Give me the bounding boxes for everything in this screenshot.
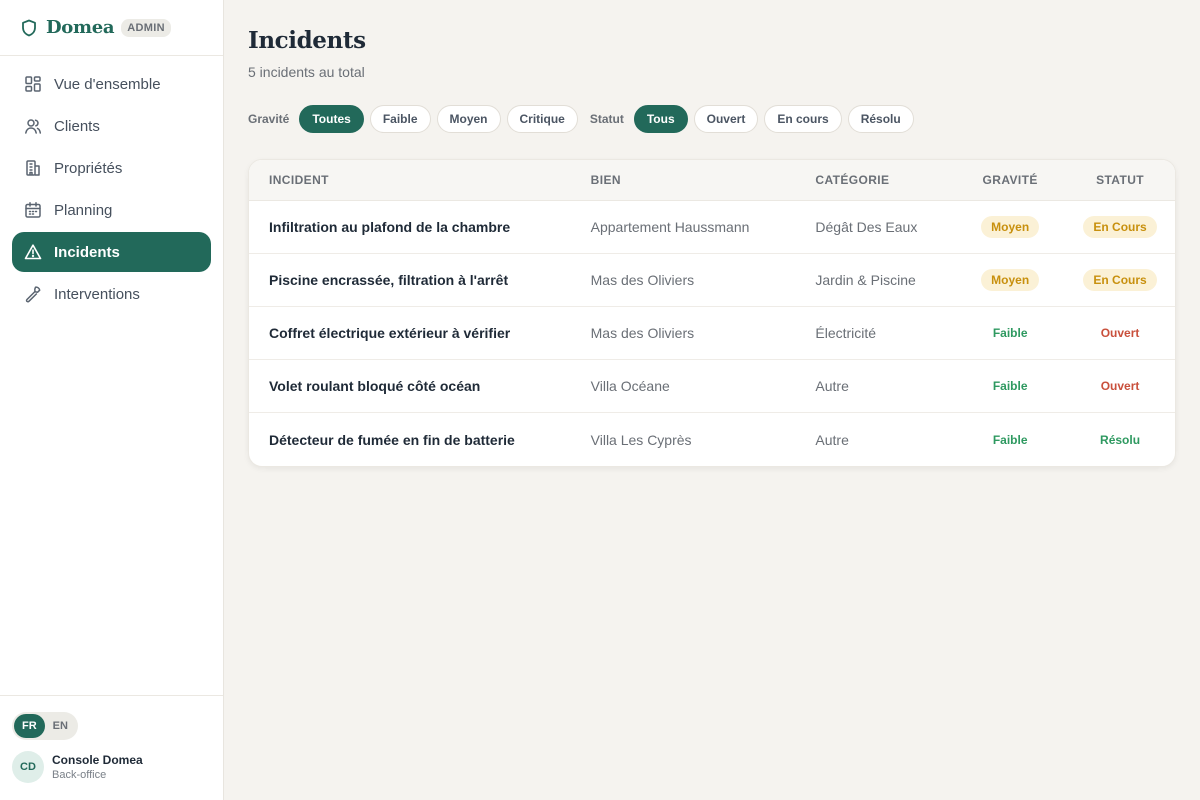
nav-label: Propriétés bbox=[54, 159, 123, 177]
incident-title: Volet roulant bloqué côté océan bbox=[269, 378, 481, 394]
status-badge: En Cours bbox=[1083, 216, 1157, 238]
column-header-property[interactable]: BIEN bbox=[591, 173, 816, 187]
column-header-incident[interactable]: INCIDENT bbox=[249, 173, 591, 187]
incident-property: Mas des Oliviers bbox=[590, 325, 695, 341]
nav-label: Clients bbox=[54, 117, 100, 135]
severity-badge: Faible bbox=[992, 432, 1028, 447]
nav-item-overview[interactable]: Vue d'ensemble bbox=[12, 64, 211, 104]
status-chip-open[interactable]: Ouvert bbox=[693, 105, 759, 133]
status-badge: Ouvert bbox=[1100, 326, 1140, 340]
incident-category: Autre bbox=[815, 431, 849, 448]
status-badge: Ouvert bbox=[1100, 379, 1140, 393]
severity-chip-medium[interactable]: Moyen bbox=[436, 105, 501, 133]
column-header-status[interactable]: STATUT bbox=[1065, 173, 1175, 187]
avatar: CD bbox=[12, 751, 44, 783]
nav-label: Planning bbox=[54, 201, 113, 219]
brand[interactable]: Domea ADMIN bbox=[0, 0, 223, 56]
severity-chip-low[interactable]: Faible bbox=[369, 105, 431, 133]
nav-item-interventions[interactable]: Interventions bbox=[12, 274, 211, 314]
sidebar-footer: FR EN CD Console Domea Back-office bbox=[0, 695, 223, 800]
severity-chip-critical[interactable]: Critique bbox=[506, 105, 578, 133]
table-header: INCIDENT BIEN CATÉGORIE GRAVITÉ STATUT bbox=[249, 160, 1175, 201]
severity-badge: Moyen bbox=[981, 269, 1040, 291]
building-icon bbox=[24, 159, 42, 177]
shield-icon bbox=[20, 19, 38, 37]
wrench-icon bbox=[24, 285, 42, 303]
table-row[interactable]: Piscine encrassée, filtration à l'arrêt … bbox=[249, 254, 1175, 307]
incident-title: Piscine encrassée, filtration à l'arrêt bbox=[269, 272, 509, 288]
main-content: Incidents 5 incidents au total Gravité T… bbox=[248, 0, 1176, 467]
status-chip-all[interactable]: Tous bbox=[633, 105, 688, 133]
severity-badge: Moyen bbox=[981, 216, 1040, 238]
incident-category: Autre bbox=[815, 378, 849, 394]
lang-fr-button[interactable]: FR bbox=[14, 714, 45, 738]
brand-name: Domea bbox=[46, 17, 115, 38]
status-badge: Résolu bbox=[1100, 432, 1141, 447]
table-row[interactable]: Infiltration au plafond de la chambre Ap… bbox=[249, 201, 1175, 254]
nav-item-planning[interactable]: Planning bbox=[12, 190, 211, 230]
incident-category: Électricité bbox=[815, 325, 877, 341]
incident-title: Détecteur de fumée en fin de batterie bbox=[269, 431, 515, 448]
status-filter-label: Statut bbox=[589, 112, 624, 126]
incidents-table: INCIDENT BIEN CATÉGORIE GRAVITÉ STATUT I… bbox=[248, 159, 1176, 467]
incident-property: Mas des Oliviers bbox=[590, 272, 695, 288]
table-row[interactable]: Volet roulant bloqué côté océan Villa Oc… bbox=[249, 360, 1175, 413]
nav-item-incidents[interactable]: Incidents bbox=[12, 232, 211, 272]
incident-category: Jardin & Piscine bbox=[815, 272, 916, 288]
incident-title: Coffret électrique extérieur à vérifier bbox=[269, 325, 511, 341]
nav-label: Vue d'ensemble bbox=[54, 75, 161, 93]
status-badge: En Cours bbox=[1083, 269, 1157, 291]
dashboard-grid-icon bbox=[24, 75, 42, 93]
page-title: Incidents bbox=[248, 27, 366, 54]
users-icon bbox=[24, 117, 42, 135]
filters-bar: Gravité Toutes Faible Moyen Critique Sta… bbox=[248, 105, 1176, 133]
nav-label: Incidents bbox=[54, 243, 120, 261]
status-chip-in-progress[interactable]: En cours bbox=[764, 105, 842, 133]
nav-item-properties[interactable]: Propriétés bbox=[12, 148, 211, 188]
status-chip-resolved[interactable]: Résolu bbox=[847, 105, 914, 133]
table-row[interactable]: Détecteur de fumée en fin de batterie Vi… bbox=[249, 413, 1175, 466]
nav-item-clients[interactable]: Clients bbox=[12, 106, 211, 146]
table-row[interactable]: Coffret électrique extérieur à vérifier … bbox=[249, 307, 1175, 360]
user-name: Console Domea bbox=[52, 753, 143, 767]
user-role: Back-office bbox=[52, 769, 107, 781]
severity-filter-label: Gravité bbox=[248, 112, 290, 126]
sidebar: Domea ADMIN Vue d'ensemble Clients Propr… bbox=[0, 0, 224, 800]
lang-en-button[interactable]: EN bbox=[45, 714, 76, 738]
severity-chip-all[interactable]: Toutes bbox=[299, 105, 364, 133]
severity-badge: Faible bbox=[992, 326, 1028, 340]
page-subtitle: 5 incidents au total bbox=[248, 64, 365, 80]
column-header-severity[interactable]: GRAVITÉ bbox=[955, 173, 1065, 187]
incident-title: Infiltration au plafond de la chambre bbox=[269, 219, 511, 235]
incident-property: Appartement Haussmann bbox=[590, 219, 750, 235]
user-profile[interactable]: CD Console Domea Back-office bbox=[12, 751, 211, 783]
language-toggle: FR EN bbox=[12, 712, 78, 740]
admin-badge: ADMIN bbox=[121, 18, 171, 37]
incident-property: Villa Océane bbox=[590, 378, 670, 394]
severity-badge: Faible bbox=[992, 379, 1028, 393]
warning-triangle-icon bbox=[24, 243, 42, 261]
nav-label: Interventions bbox=[54, 285, 140, 303]
calendar-icon bbox=[24, 201, 42, 219]
column-header-category[interactable]: CATÉGORIE bbox=[815, 173, 955, 187]
main-nav: Vue d'ensemble Clients Propriétés Planni… bbox=[0, 56, 223, 324]
incident-property: Villa Les Cyprès bbox=[590, 431, 692, 448]
incident-category: Dégât Des Eaux bbox=[815, 219, 918, 235]
